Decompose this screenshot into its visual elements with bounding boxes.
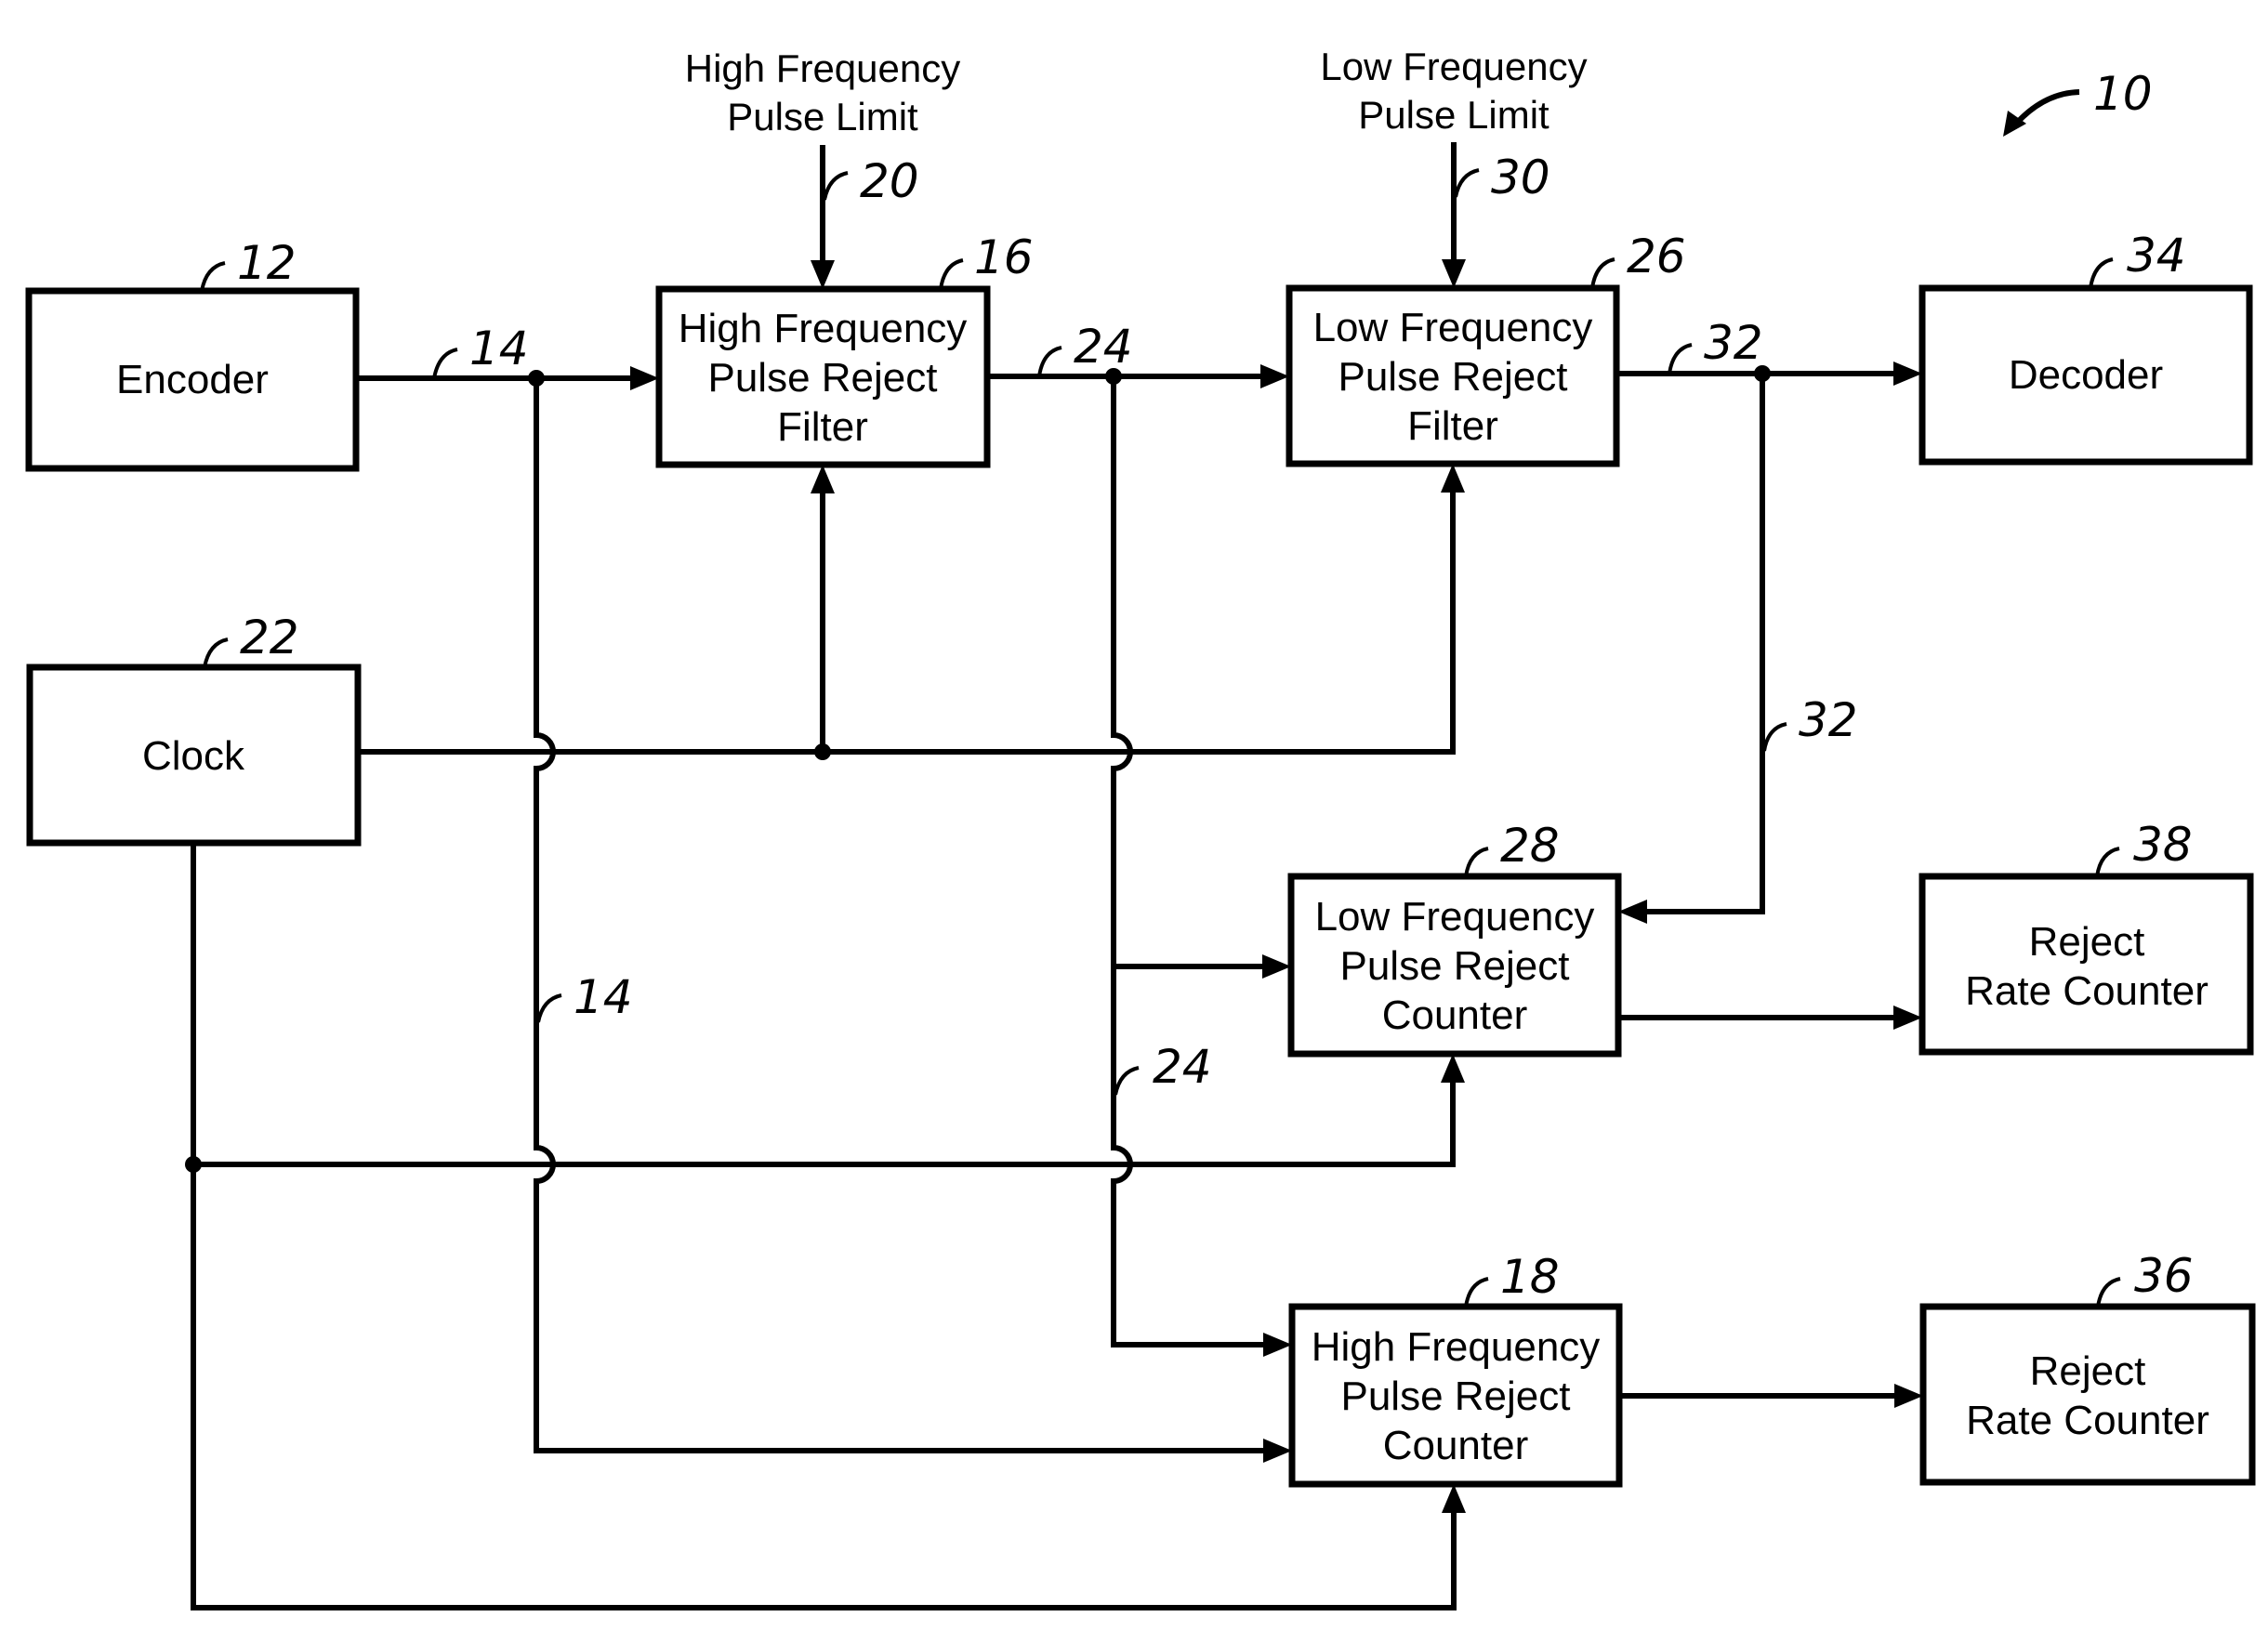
- arrowhead-lf-counter-32: [1618, 900, 1647, 924]
- reference-numerals: 10 12 14 20 16 24 30 26 32 34 22 32 28 3…: [200, 67, 2194, 1308]
- encoder-block: Encoder: [25, 287, 360, 472]
- arrowhead-hf-counter-clock: [1442, 1484, 1466, 1513]
- leader-12: [200, 261, 226, 292]
- leader-16: [939, 258, 964, 290]
- arrowhead-decoder-input: [1893, 361, 1922, 386]
- wire-clock-to-filters: [358, 477, 1456, 755]
- junction-14: [528, 370, 545, 387]
- encoder-label: Encoder: [116, 357, 269, 402]
- hf-limit-label-line2: Pulse Limit: [727, 95, 918, 138]
- leader-26: [1590, 257, 1615, 289]
- block-diagram: Encoder High Frequency Pulse Reject Filt…: [25, 45, 2256, 1610]
- arrowhead-hf-filter-input: [630, 366, 659, 390]
- leader-20: [823, 171, 849, 201]
- arrowhead-reject-rate-38: [1893, 1006, 1922, 1030]
- ref-14: 14: [469, 322, 529, 375]
- arrowhead-lf-counter-24: [1262, 954, 1291, 979]
- ref-28: 28: [1500, 819, 1560, 873]
- arrowhead-hf-counter-14: [1263, 1439, 1292, 1463]
- hf-limit-label-line1: High Frequency: [685, 46, 960, 90]
- leader-30: [1454, 168, 1480, 198]
- wire-24-branch: [1111, 376, 1279, 1347]
- junction-clock-hf: [814, 743, 831, 760]
- reject-rate-36-label-line2: Rate Counter: [1966, 1398, 2209, 1443]
- decoder-label: Decoder: [2009, 352, 2163, 398]
- lf-limit-label-line1: Low Frequency: [1320, 45, 1587, 88]
- hf-counter-label-line3: Counter: [1383, 1423, 1529, 1468]
- leader-32-branch: [1762, 722, 1787, 752]
- hf-counter-label-line2: Pulse Reject: [1340, 1374, 1570, 1419]
- lf-counter-label-line2: Pulse Reject: [1339, 943, 1569, 989]
- ref-16: 16: [974, 230, 1034, 284]
- lf-counter-label-line1: Low Frequency: [1315, 894, 1595, 940]
- ref-24: 24: [1074, 320, 1133, 374]
- ref-26: 26: [1627, 230, 1686, 283]
- arrowhead-hf-limit: [811, 260, 835, 289]
- leader-36: [2096, 1277, 2121, 1308]
- wire-32-branch: [1631, 374, 1765, 914]
- wire-clock-to-lf-counter: [193, 1067, 1456, 1167]
- leader-14: [432, 348, 458, 379]
- ref-32-branch: 32: [1799, 693, 1858, 747]
- clock-label: Clock: [142, 733, 245, 779]
- wire-14-branch: [534, 378, 1279, 1453]
- leader-32: [1668, 343, 1693, 375]
- lf-filter-label-line1: Low Frequency: [1313, 305, 1593, 350]
- arrowhead-lf-filter-input: [1260, 364, 1289, 388]
- lf-filter-label-line3: Filter: [1407, 403, 1498, 449]
- hf-filter-label-line2: Pulse Reject: [707, 355, 937, 401]
- lf-filter-label-line2: Pulse Reject: [1338, 354, 1567, 400]
- leader-18: [1464, 1277, 1489, 1308]
- hf-counter-block: High Frequency Pulse Reject Counter: [1288, 1303, 1623, 1488]
- lf-filter-block: Low Frequency Pulse Reject Filter: [1286, 284, 1620, 467]
- ref-38: 38: [2133, 818, 2193, 872]
- ref-14-branch: 14: [574, 970, 633, 1024]
- ref-30: 30: [1491, 151, 1550, 204]
- leader-34: [2089, 257, 2114, 289]
- reject-rate-36-label-line1: Reject: [2030, 1348, 2146, 1394]
- clock-block: Clock: [26, 664, 362, 847]
- reject-rate-counter-38-block: Reject Rate Counter: [1919, 873, 2254, 1056]
- leader-22: [203, 638, 229, 668]
- lf-counter-label-line3: Counter: [1382, 992, 1528, 1038]
- ref-24-branch: 24: [1153, 1040, 1212, 1094]
- junction-clock-down: [185, 1156, 202, 1173]
- arrowhead-hf-filter-clock: [811, 465, 835, 493]
- arrowhead-reject-rate-36: [1894, 1384, 1923, 1408]
- lf-limit-label-line2: Pulse Limit: [1358, 93, 1549, 137]
- figure-ref-label: 10: [2093, 67, 2153, 121]
- ref-18: 18: [1500, 1250, 1560, 1304]
- arrowhead-lf-limit: [1442, 259, 1466, 288]
- reject-rate-38-label-line1: Reject: [2029, 919, 2145, 965]
- lf-counter-block: Low Frequency Pulse Reject Counter: [1287, 873, 1622, 1058]
- leader-14-branch: [536, 993, 562, 1023]
- reject-rate-38-label-line2: Rate Counter: [1965, 968, 2209, 1014]
- ref-36: 36: [2134, 1249, 2194, 1303]
- wires: [185, 142, 1923, 1610]
- arrowhead-lf-counter-clock: [1441, 1054, 1465, 1083]
- arrowhead-lf-filter-clock: [1441, 464, 1465, 493]
- ref-12: 12: [237, 236, 297, 290]
- hf-filter-label-line1: High Frequency: [679, 306, 968, 351]
- ref-32: 32: [1704, 316, 1763, 370]
- arrowhead-hf-counter-24: [1263, 1333, 1292, 1357]
- decoder-block: Decoder: [1919, 284, 2253, 466]
- ref-22: 22: [240, 611, 299, 664]
- hf-counter-label-line1: High Frequency: [1312, 1324, 1601, 1370]
- hf-filter-label-line3: Filter: [777, 404, 868, 450]
- hf-filter-block: High Frequency Pulse Reject Filter: [655, 285, 991, 468]
- reject-rate-counter-36-block: Reject Rate Counter: [1919, 1303, 2256, 1486]
- ref-34: 34: [2127, 229, 2186, 283]
- leader-28: [1464, 847, 1489, 877]
- figure-ref-arrow: [2014, 89, 2080, 125]
- ref-20: 20: [860, 154, 919, 208]
- leader-24-branch: [1114, 1066, 1140, 1096]
- leader-38: [2095, 847, 2120, 877]
- leader-24: [1037, 346, 1062, 377]
